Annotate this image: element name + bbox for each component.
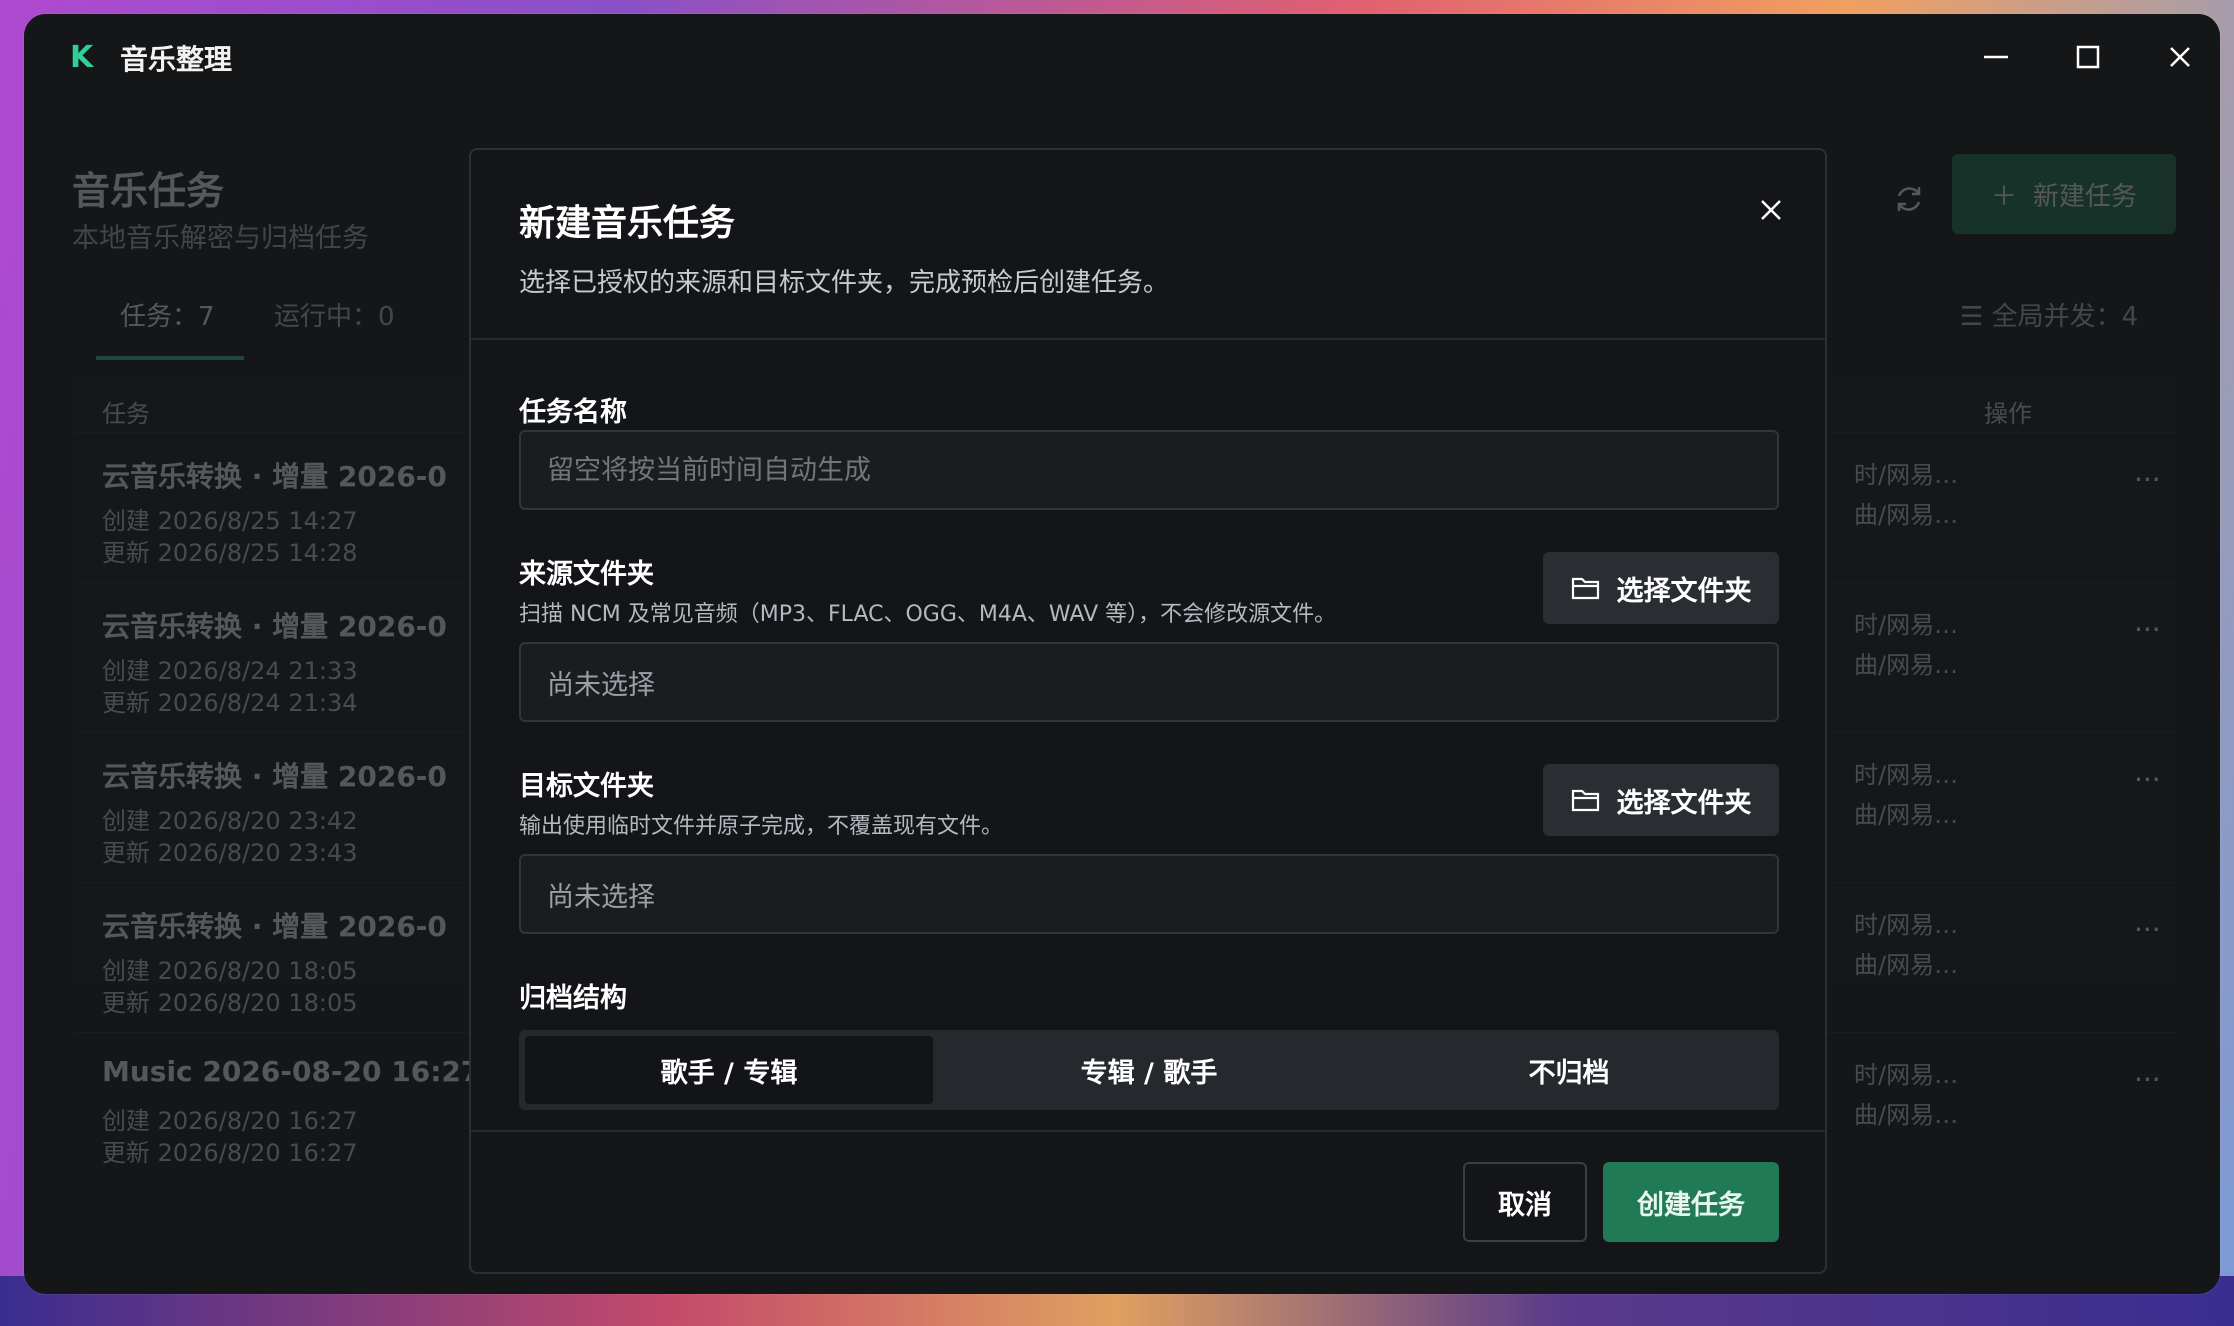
task-name-input[interactable] <box>519 430 1779 510</box>
choose-folder-label: 选择文件夹 <box>1616 575 1752 607</box>
choose-folder-label: 选择文件夹 <box>1616 787 1752 819</box>
plus-icon: ＋ <box>1990 181 2017 212</box>
source-folder-field[interactable]: 尚未选择 <box>519 642 1779 722</box>
target-folder-hint: 输出使用临时文件并原子完成，不覆盖现有文件。 <box>519 814 1004 839</box>
row-title: 云音乐转换 · 增量 2026-0 <box>102 760 447 793</box>
active-tab-indicator <box>96 356 244 360</box>
folder-icon <box>1571 577 1599 600</box>
new-task-label: 新建任务 <box>2033 181 2138 212</box>
tab-tasks[interactable]: 任务：7 <box>120 296 215 333</box>
row-source: 时/网易… <box>1854 1061 1959 1089</box>
app-logo: K <box>70 40 94 75</box>
row-updated: 更新 2026/8/20 18:05 <box>102 989 358 1017</box>
choose-source-folder-button[interactable]: 选择文件夹 <box>1543 552 1779 624</box>
concurrency-indicator[interactable]: ☰ 全局并发：4 <box>1960 296 2138 333</box>
column-header-task: 任务 <box>102 400 150 428</box>
minimize-icon <box>1984 55 2008 59</box>
row-created: 创建 2026/8/25 14:27 <box>102 507 358 535</box>
new-task-button[interactable]: ＋ 新建任务 <box>1952 154 2176 234</box>
refresh-button[interactable] <box>1884 174 1934 224</box>
task-name-label: 任务名称 <box>519 397 627 428</box>
close-icon <box>1761 200 1781 220</box>
maximize-icon <box>2076 45 2100 69</box>
archive-structure-selector: 歌手 / 专辑 专辑 / 歌手 不归档 <box>519 1030 1779 1110</box>
page-subtitle: 本地音乐解密与归档任务 <box>72 223 369 254</box>
row-updated: 更新 2026/8/25 14:28 <box>102 539 358 567</box>
folder-icon <box>1571 789 1599 812</box>
row-source: 时/网易… <box>1854 461 1959 489</box>
row-target: 曲/网易… <box>1854 951 1959 979</box>
row-created: 创建 2026/8/24 21:33 <box>102 657 358 685</box>
row-more-button[interactable]: ··· <box>2134 463 2161 496</box>
row-more-button[interactable]: ··· <box>2134 1063 2161 1096</box>
close-icon <box>2170 47 2190 67</box>
row-title: 云音乐转换 · 增量 2026-0 <box>102 460 447 493</box>
row-title: 云音乐转换 · 增量 2026-0 <box>102 610 447 643</box>
dialog-title: 新建音乐任务 <box>519 203 736 244</box>
choose-target-folder-button[interactable]: 选择文件夹 <box>1543 764 1779 836</box>
archive-option-artist-album[interactable]: 歌手 / 专辑 <box>525 1036 933 1104</box>
row-title: 云音乐转换 · 增量 2026-0 <box>102 910 447 943</box>
source-folder-hint: 扫描 NCM 及常见音频（MP3、FLAC、OGG、M4A、WAV 等），不会修… <box>519 602 1337 627</box>
title-bar: K 音乐整理 <box>24 14 2220 102</box>
row-title: Music 2026-08-20 16:27 <box>102 1055 481 1088</box>
column-header-ops: 操作 <box>1984 400 2032 428</box>
page-title: 音乐任务 <box>72 169 225 213</box>
row-more-button[interactable]: ··· <box>2134 613 2161 646</box>
minimize-button[interactable] <box>1966 32 2026 82</box>
row-source: 时/网易… <box>1854 611 1959 639</box>
divider <box>471 1130 1825 1132</box>
row-created: 创建 2026/8/20 18:05 <box>102 957 358 985</box>
row-updated: 更新 2026/8/20 23:43 <box>102 839 358 867</box>
target-folder-field[interactable]: 尚未选择 <box>519 854 1779 934</box>
row-more-button[interactable]: ··· <box>2134 763 2161 796</box>
row-source: 时/网易… <box>1854 911 1959 939</box>
tab-running[interactable]: 运行中：0 <box>274 296 395 333</box>
target-folder-label: 目标文件夹 <box>519 771 654 802</box>
archive-option-album-artist[interactable]: 专辑 / 歌手 <box>945 1036 1353 1104</box>
row-target: 曲/网易… <box>1854 501 1959 529</box>
archive-structure-label: 归档结构 <box>519 983 627 1014</box>
dialog-close-button[interactable] <box>1751 190 1791 230</box>
row-updated: 更新 2026/8/20 16:27 <box>102 1139 358 1167</box>
dialog-description: 选择已授权的来源和目标文件夹，完成预检后创建任务。 <box>519 268 1170 298</box>
source-folder-label: 来源文件夹 <box>519 559 654 590</box>
create-task-button[interactable]: 创建任务 <box>1603 1162 1779 1242</box>
row-target: 曲/网易… <box>1854 1101 1959 1129</box>
divider <box>471 338 1825 340</box>
maximize-button[interactable] <box>2058 32 2118 82</box>
new-task-dialog: 新建音乐任务 选择已授权的来源和目标文件夹，完成预检后创建任务。 任务名称 来源… <box>469 148 1827 1274</box>
row-created: 创建 2026/8/20 16:27 <box>102 1107 358 1135</box>
row-updated: 更新 2026/8/24 21:34 <box>102 689 358 717</box>
app-window: K 音乐整理 音乐任务 本地音乐解密与归档任务 ＋ 新建任务 任务：7 运行中：… <box>24 14 2220 1294</box>
close-window-button[interactable] <box>2150 32 2210 82</box>
row-created: 创建 2026/8/20 23:42 <box>102 807 358 835</box>
row-target: 曲/网易… <box>1854 651 1959 679</box>
cancel-button[interactable]: 取消 <box>1463 1162 1587 1242</box>
row-source: 时/网易… <box>1854 761 1959 789</box>
row-more-button[interactable]: ··· <box>2134 913 2161 946</box>
concurrency-label: 全局并发：4 <box>1991 302 2139 332</box>
sliders-icon: ☰ <box>1960 302 1992 332</box>
archive-option-none[interactable]: 不归档 <box>1365 1036 1773 1104</box>
row-target: 曲/网易… <box>1854 801 1959 829</box>
refresh-icon <box>1897 187 1921 211</box>
window-title: 音乐整理 <box>120 43 233 76</box>
